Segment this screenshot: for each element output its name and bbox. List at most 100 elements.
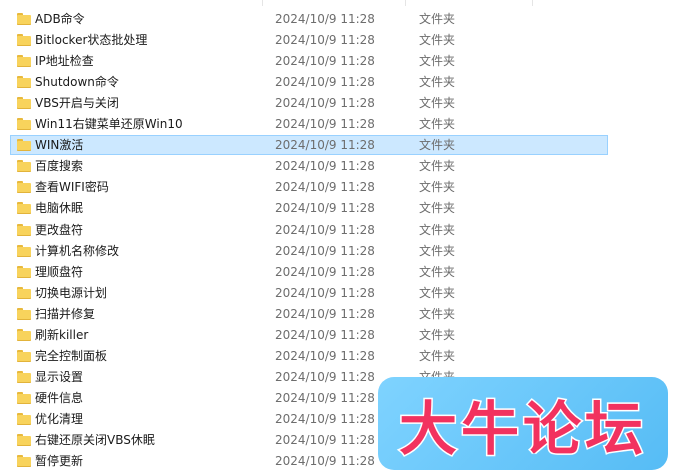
- file-row[interactable]: Bitlocker状态批处理 2024/10/9 11:28 文件夹: [10, 30, 608, 50]
- file-row[interactable]: Shutdown命令 2024/10/9 11:28 文件夹: [10, 72, 608, 92]
- modified-date: 2024/10/9 11:28: [275, 180, 375, 194]
- modified-date: 2024/10/9 11:28: [275, 54, 375, 68]
- file-type: 文件夹: [419, 328, 456, 342]
- file-row[interactable]: 计算机名称修改 2024/10/9 11:28 文件夹: [10, 241, 608, 261]
- folder-icon: [17, 392, 31, 404]
- file-name: Win11右键菜单还原Win10: [35, 117, 183, 131]
- file-type: 文件夹: [419, 349, 456, 363]
- file-type: 文件夹: [419, 12, 456, 26]
- file-row[interactable]: 百度搜索 2024/10/9 11:28 文件夹: [10, 156, 608, 176]
- folder-icon: [17, 371, 31, 383]
- modified-date: 2024/10/9 11:28: [275, 12, 375, 26]
- folder-icon: [17, 55, 31, 67]
- modified-date: 2024/10/9 11:28: [275, 328, 375, 342]
- folder-icon: [17, 308, 31, 320]
- file-row[interactable]: 电脑休眠 2024/10/9 11:28 文件夹: [10, 198, 608, 218]
- modified-date: 2024/10/9 11:28: [275, 223, 375, 237]
- folder-icon: [17, 287, 31, 299]
- file-name: 切换电源计划: [35, 286, 108, 300]
- file-row[interactable]: 查看WIFI密码 2024/10/9 11:28 文件夹: [10, 177, 608, 197]
- modified-date: 2024/10/9 11:28: [275, 349, 375, 363]
- column-divider[interactable]: [532, 0, 533, 6]
- file-name: 暂停更新: [35, 454, 84, 468]
- file-name: 刷新killer: [35, 328, 89, 342]
- file-type: 文件夹: [419, 96, 456, 110]
- file-name: Shutdown命令: [35, 75, 119, 89]
- file-type: 文件夹: [419, 201, 456, 215]
- file-row[interactable]: 完全控制面板 2024/10/9 11:28 文件夹: [10, 346, 608, 366]
- file-name: 硬件信息: [35, 391, 84, 405]
- folder-icon: [17, 434, 31, 446]
- file-row[interactable]: 刷新killer 2024/10/9 11:28 文件夹: [10, 325, 608, 345]
- file-name: IP地址检查: [35, 54, 94, 68]
- folder-icon: [17, 13, 31, 25]
- file-name: 扫描并修复: [35, 307, 96, 321]
- file-name: 显示设置: [35, 370, 84, 384]
- modified-date: 2024/10/9 11:28: [275, 454, 375, 468]
- file-type: 文件夹: [419, 75, 456, 89]
- file-type: 文件夹: [419, 138, 456, 152]
- folder-icon: [17, 245, 31, 257]
- folder-icon: [17, 34, 31, 46]
- file-type: 文件夹: [419, 180, 456, 194]
- modified-date: 2024/10/9 11:28: [275, 265, 375, 279]
- file-type: 文件夹: [419, 244, 456, 258]
- folder-icon: [17, 139, 31, 151]
- file-type: 文件夹: [419, 223, 456, 237]
- folder-icon: [17, 455, 31, 467]
- modified-date: 2024/10/9 11:28: [275, 75, 375, 89]
- folder-icon: [17, 202, 31, 214]
- file-row[interactable]: IP地址检查 2024/10/9 11:28 文件夹: [10, 51, 608, 71]
- file-row[interactable]: Win11右键菜单还原Win10 2024/10/9 11:28 文件夹: [10, 114, 608, 134]
- modified-date: 2024/10/9 11:28: [275, 412, 375, 426]
- column-divider[interactable]: [262, 0, 263, 6]
- file-type: 文件夹: [419, 286, 456, 300]
- file-name: 右键还原关闭VBS休眠: [35, 433, 155, 447]
- modified-date: 2024/10/9 11:28: [275, 96, 375, 110]
- file-row[interactable]: WIN激活 2024/10/9 11:28 文件夹: [10, 135, 608, 155]
- modified-date: 2024/10/9 11:28: [275, 391, 375, 405]
- modified-date: 2024/10/9 11:28: [275, 33, 375, 47]
- file-type: 文件夹: [419, 54, 456, 68]
- folder-icon: [17, 97, 31, 109]
- modified-date: 2024/10/9 11:28: [275, 117, 375, 131]
- watermark-text: 大牛论坛: [397, 393, 647, 464]
- folder-icon: [17, 76, 31, 88]
- folder-icon: [17, 181, 31, 193]
- modified-date: 2024/10/9 11:28: [275, 307, 375, 321]
- file-name: 理顺盘符: [35, 265, 84, 279]
- file-name: Bitlocker状态批处理: [35, 33, 148, 47]
- folder-icon: [17, 266, 31, 278]
- modified-date: 2024/10/9 11:28: [275, 433, 375, 447]
- file-name: 查看WIFI密码: [35, 180, 109, 194]
- modified-date: 2024/10/9 11:28: [275, 244, 375, 258]
- file-name: 电脑休眠: [35, 201, 84, 215]
- folder-icon: [17, 224, 31, 236]
- file-name: 更改盘符: [35, 223, 84, 237]
- file-name: 优化清理: [35, 412, 84, 426]
- file-name: 百度搜索: [35, 159, 84, 173]
- file-name: 计算机名称修改: [35, 244, 120, 258]
- file-type: 文件夹: [419, 265, 456, 279]
- file-row[interactable]: ADB命令 2024/10/9 11:28 文件夹: [10, 9, 608, 29]
- watermark-badge: 大牛论坛: [378, 377, 668, 470]
- file-row[interactable]: 切换电源计划 2024/10/9 11:28 文件夹: [10, 283, 608, 303]
- file-name: ADB命令: [35, 12, 85, 26]
- folder-icon: [17, 413, 31, 425]
- file-type: 文件夹: [419, 117, 456, 131]
- folder-icon: [17, 118, 31, 130]
- modified-date: 2024/10/9 11:28: [275, 370, 375, 384]
- file-row[interactable]: VBS开启与关闭 2024/10/9 11:28 文件夹: [10, 93, 608, 113]
- modified-date: 2024/10/9 11:28: [275, 138, 375, 152]
- file-type: 文件夹: [419, 159, 456, 173]
- file-name: VBS开启与关闭: [35, 96, 119, 110]
- file-row[interactable]: 更改盘符 2024/10/9 11:28 文件夹: [10, 220, 608, 240]
- file-row[interactable]: 扫描并修复 2024/10/9 11:28 文件夹: [10, 304, 608, 324]
- file-row[interactable]: 理顺盘符 2024/10/9 11:28 文件夹: [10, 262, 608, 282]
- file-name: 完全控制面板: [35, 349, 108, 363]
- column-divider[interactable]: [405, 0, 406, 6]
- folder-icon: [17, 350, 31, 362]
- file-name: WIN激活: [35, 138, 84, 152]
- file-type: 文件夹: [419, 33, 456, 47]
- modified-date: 2024/10/9 11:28: [275, 286, 375, 300]
